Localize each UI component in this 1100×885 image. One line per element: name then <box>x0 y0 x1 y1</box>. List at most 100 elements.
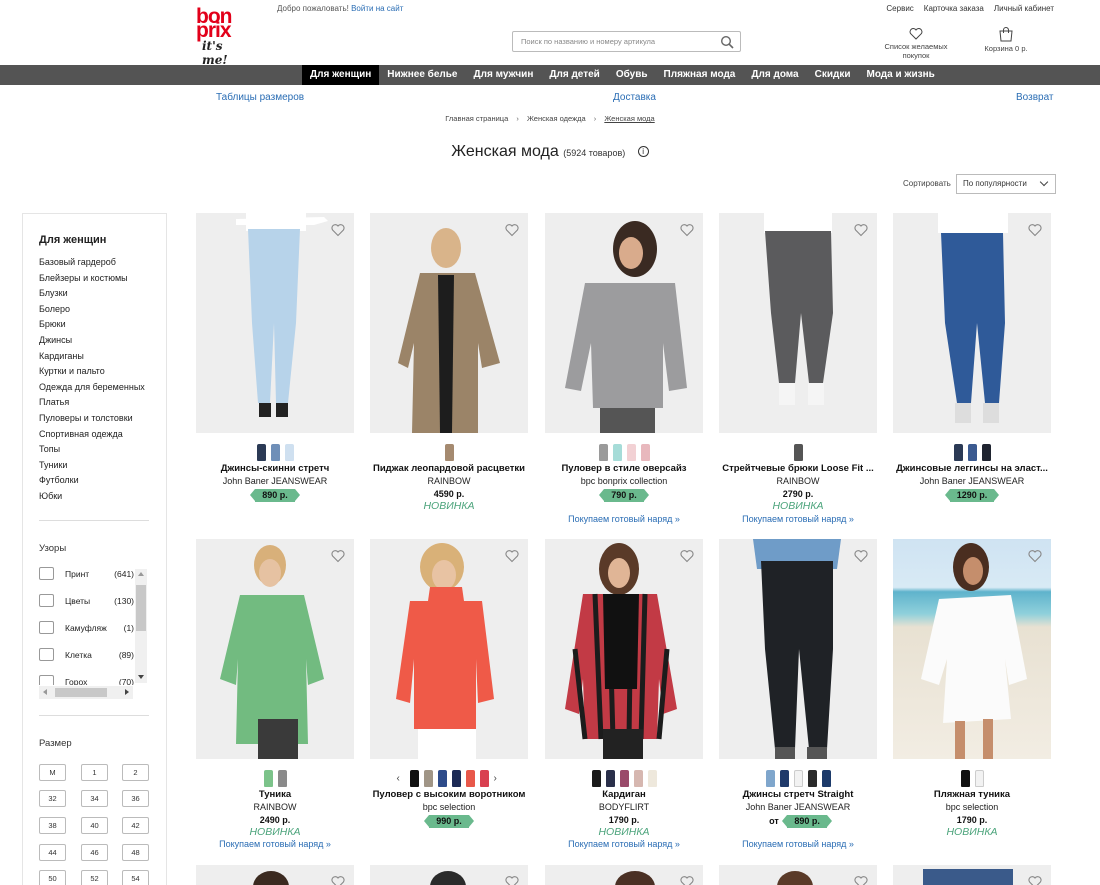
color-swatch[interactable] <box>479 770 489 787</box>
category-item[interactable]: Туники <box>39 458 145 474</box>
product-image[interactable] <box>196 539 354 759</box>
heart-icon[interactable] <box>1028 223 1042 237</box>
size-option[interactable]: 42 <box>122 817 149 834</box>
bonprix-logo[interactable]: bon prix it's me! <box>196 6 248 67</box>
nav-item-beach[interactable]: Пляжная мода <box>656 65 744 85</box>
size-option[interactable]: 1 <box>81 764 108 781</box>
category-item[interactable]: Куртки и пальто <box>39 364 145 380</box>
patterns-vertical-scrollbar[interactable] <box>135 569 147 683</box>
checkbox[interactable] <box>39 567 54 580</box>
product-name[interactable]: Пляжная туника <box>887 789 1057 800</box>
product-name[interactable]: Пуловер с высоким воротником <box>364 789 534 800</box>
color-swatch[interactable] <box>465 770 475 787</box>
scroll-up-icon[interactable] <box>138 572 144 576</box>
product-image[interactable] <box>893 539 1051 759</box>
login-link[interactable]: Войти на сайт <box>351 4 403 13</box>
product-card[interactable]: Пиджак леопардовой расцветки RAINBOW 459… <box>370 213 528 512</box>
scroll-right-icon[interactable] <box>125 689 129 695</box>
color-swatch[interactable] <box>409 770 419 787</box>
color-swatch[interactable] <box>612 444 622 461</box>
color-swatch[interactable] <box>605 770 615 787</box>
product-card[interactable] <box>893 865 1051 885</box>
wishlist-button[interactable]: Список желаемых покупок <box>880 28 952 60</box>
chevron-left-icon[interactable]: ‹ <box>397 770 405 788</box>
color-swatch[interactable] <box>277 770 287 787</box>
category-item[interactable]: Спортивная одежда <box>39 427 145 443</box>
product-name[interactable]: Туника <box>190 789 360 800</box>
product-image[interactable] <box>370 539 528 759</box>
product-card[interactable]: Туника RAINBOW 2490 р. НОВИНКА Покупаем … <box>196 539 354 849</box>
heart-icon[interactable] <box>1028 549 1042 563</box>
chevron-right-icon[interactable]: › <box>494 770 502 788</box>
checkbox[interactable] <box>39 675 54 685</box>
size-option[interactable]: 34 <box>81 790 108 807</box>
color-swatch[interactable] <box>953 444 963 461</box>
nav-item-sale[interactable]: Скидки <box>807 65 859 85</box>
heart-icon[interactable] <box>680 549 694 563</box>
category-item[interactable]: Юбки <box>39 489 145 505</box>
nav-item-lifestyle[interactable]: Мода и жизнь <box>859 65 943 85</box>
nav-item-men[interactable]: Для мужчин <box>465 65 541 85</box>
heart-icon[interactable] <box>505 549 519 563</box>
product-image[interactable] <box>545 865 703 885</box>
product-image[interactable] <box>196 213 354 433</box>
product-image[interactable] <box>370 865 528 885</box>
nav-item-kids[interactable]: Для детей <box>541 65 607 85</box>
color-swatch[interactable] <box>640 444 650 461</box>
breadcrumb-current[interactable]: Женская мода <box>604 114 654 123</box>
checkbox[interactable] <box>39 621 54 634</box>
heart-icon[interactable] <box>854 223 868 237</box>
category-item[interactable]: Кардиганы <box>39 349 145 365</box>
heart-icon[interactable] <box>331 875 345 885</box>
product-name[interactable]: Кардиган <box>539 789 709 800</box>
sort-select[interactable]: По популярности <box>956 174 1056 194</box>
color-swatch[interactable] <box>451 770 461 787</box>
product-name[interactable]: Джинсы-скинни стретч <box>190 463 360 474</box>
heart-icon[interactable] <box>680 223 694 237</box>
color-swatch[interactable] <box>765 770 775 787</box>
account-link[interactable]: Личный кабинет <box>994 4 1054 13</box>
color-swatch[interactable] <box>437 770 447 787</box>
heart-icon[interactable] <box>854 549 868 563</box>
scrollbar-thumb[interactable] <box>55 688 107 697</box>
product-image[interactable] <box>719 539 877 759</box>
category-item[interactable]: Блузки <box>39 286 145 302</box>
size-option[interactable]: 44 <box>39 844 66 861</box>
product-image[interactable] <box>370 213 528 433</box>
size-option[interactable]: 48 <box>122 844 149 861</box>
color-swatch[interactable] <box>967 444 977 461</box>
size-tables-link[interactable]: Таблицы размеров <box>216 92 304 103</box>
product-name[interactable]: Пуловер в стиле оверсайз <box>539 463 709 474</box>
color-swatch[interactable] <box>284 444 294 461</box>
product-card[interactable] <box>719 865 877 885</box>
heart-icon[interactable] <box>854 875 868 885</box>
color-swatch[interactable] <box>619 770 629 787</box>
color-swatch[interactable] <box>591 770 601 787</box>
outfit-link[interactable]: Покупаем готовый наряд » <box>719 514 877 524</box>
category-item[interactable]: Брюки <box>39 317 145 333</box>
product-card[interactable]: Кардиган BODYFLIRT 1790 р. НОВИНКА Покуп… <box>545 539 703 849</box>
product-card[interactable]: Джинсовые леггинсы на эласт... John Bane… <box>893 213 1051 502</box>
category-item[interactable]: Одежда для беременных <box>39 380 145 396</box>
heart-icon[interactable] <box>1028 875 1042 885</box>
nav-item-lingerie[interactable]: Нижнее белье <box>379 65 465 85</box>
product-card[interactable] <box>370 865 528 885</box>
color-swatch[interactable] <box>256 444 266 461</box>
color-swatch[interactable] <box>270 444 280 461</box>
color-swatch[interactable] <box>598 444 608 461</box>
search-icon[interactable] <box>720 35 734 49</box>
outfit-link[interactable]: Покупаем готовый наряд » <box>545 514 703 524</box>
color-swatch[interactable] <box>960 770 970 787</box>
info-icon[interactable]: i <box>637 146 649 157</box>
product-name[interactable]: Пиджак леопардовой расцветки <box>364 463 534 474</box>
delivery-link[interactable]: Доставка <box>613 92 656 103</box>
size-option[interactable]: 54 <box>122 870 149 885</box>
nav-item-women[interactable]: Для женщин <box>302 65 380 85</box>
product-image[interactable] <box>545 539 703 759</box>
color-swatch[interactable] <box>974 770 984 787</box>
search-input[interactable] <box>513 32 713 51</box>
product-card[interactable]: Пуловер в стиле оверсайз bpc bonprix col… <box>545 213 703 524</box>
size-option[interactable]: 50 <box>39 870 66 885</box>
color-swatch[interactable] <box>793 770 803 787</box>
product-name[interactable]: Джинсы стретч Straight <box>713 789 883 800</box>
